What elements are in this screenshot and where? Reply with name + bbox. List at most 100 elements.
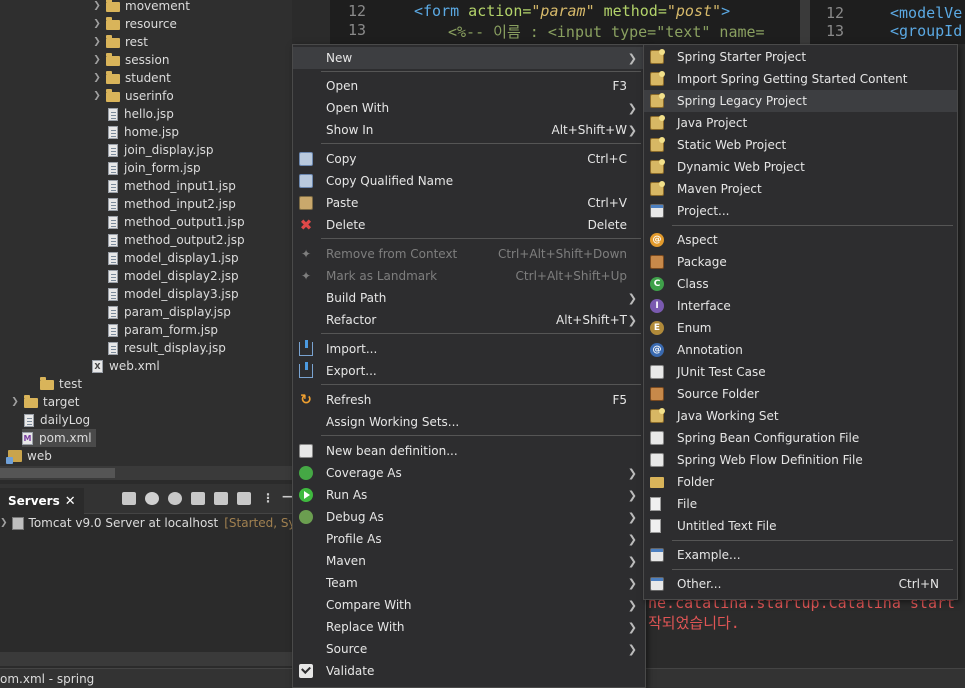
tree-file[interactable]: join_display.jsp: [108, 141, 214, 159]
expand-arrow-icon[interactable]: ❯: [92, 91, 102, 101]
tree-horizontal-scrollbar[interactable]: [0, 466, 292, 480]
tree-folder-target[interactable]: ❯ target: [10, 393, 80, 411]
menu-item-import-spring-content[interactable]: Import Spring Getting Started Content: [644, 68, 957, 90]
tree-file[interactable]: join_form.jsp: [108, 159, 201, 177]
menu-item-java-working-set[interactable]: Java Working Set: [644, 405, 957, 427]
menu-item-mark-as-landmark[interactable]: ✦ Mark as Landmark Ctrl+Alt+Shift+Up: [293, 265, 645, 287]
menu-item-build-path[interactable]: Build Path ❯: [293, 287, 645, 309]
menu-item-paste[interactable]: Paste Ctrl+V: [293, 192, 645, 214]
menu-item-spring-bean-config[interactable]: Spring Bean Configuration File: [644, 427, 957, 449]
servers-horizontal-scrollbar[interactable]: [0, 652, 292, 666]
menu-item-source-folder[interactable]: Source Folder: [644, 383, 957, 405]
close-icon[interactable]: ✕: [65, 494, 76, 509]
expand-arrow-icon[interactable]: ❯: [92, 37, 102, 47]
tree-file[interactable]: result_display.jsp: [108, 339, 226, 357]
tree-file[interactable]: model_display3.jsp: [108, 285, 239, 303]
menu-item-class[interactable]: C Class: [644, 273, 957, 295]
menu-item-spring-web-flow[interactable]: Spring Web Flow Definition File: [644, 449, 957, 471]
tree-folder-resource[interactable]: ❯ resource: [92, 15, 177, 33]
menu-item-remove-from-context[interactable]: ✦ Remove from Context Ctrl+Alt+Shift+Down: [293, 243, 645, 265]
tree-file[interactable]: method_output2.jsp: [108, 231, 245, 249]
tree-project-web[interactable]: web: [0, 447, 52, 465]
tree-file-dailylog[interactable]: dailyLog: [24, 411, 90, 429]
tree-file[interactable]: method_input2.jsp: [108, 195, 236, 213]
tree-file[interactable]: home.jsp: [108, 123, 179, 141]
expand-arrow-icon[interactable]: ❯: [0, 518, 8, 528]
menu-item-validate[interactable]: Validate: [293, 660, 645, 682]
tree-file[interactable]: param_form.jsp: [108, 321, 218, 339]
tree-file[interactable]: hello.jsp: [108, 105, 174, 123]
menu-item-spring-legacy-project[interactable]: Spring Legacy Project: [644, 90, 957, 112]
menu-item-folder[interactable]: Folder: [644, 471, 957, 493]
pom-editor[interactable]: 12 13 <modelVe <groupId: [810, 0, 965, 44]
tree-folder-rest[interactable]: ❯ rest: [92, 33, 148, 51]
menu-item-copy-qualified-name[interactable]: Copy Qualified Name: [293, 170, 645, 192]
tree-file[interactable]: param_display.jsp: [108, 303, 231, 321]
server-entry[interactable]: ❯ Tomcat v9.0 Server at localhost [Start…: [0, 514, 317, 532]
menu-item-refactor[interactable]: Refactor Alt+Shift+T ❯: [293, 309, 645, 331]
tree-folder-test[interactable]: test: [40, 375, 82, 393]
menu-item-annotation[interactable]: @ Annotation: [644, 339, 957, 361]
menu-item-assign-working-sets[interactable]: Assign Working Sets...: [293, 411, 645, 433]
profile-server-icon[interactable]: [191, 492, 205, 505]
menu-item-interface[interactable]: I Interface: [644, 295, 957, 317]
tree-file[interactable]: model_display2.jsp: [108, 267, 239, 285]
tree-file-pom-xml[interactable]: Mpom.xml: [22, 429, 96, 447]
menu-item-junit-test-case[interactable]: JUnit Test Case: [644, 361, 957, 383]
menu-item-compare-with[interactable]: Compare With ❯: [293, 594, 645, 616]
menu-item-static-web-project[interactable]: Static Web Project: [644, 134, 957, 156]
menu-item-source[interactable]: Source ❯: [293, 638, 645, 660]
tree-file[interactable]: method_output1.jsp: [108, 213, 245, 231]
tree-file[interactable]: model_display1.jsp: [108, 249, 239, 267]
menu-item-run-as[interactable]: Run As ❯: [293, 484, 645, 506]
menu-item-file[interactable]: File: [644, 493, 957, 515]
menu-item-new-bean-definition[interactable]: New bean definition...: [293, 440, 645, 462]
menu-item-coverage-as[interactable]: Coverage As ❯: [293, 462, 645, 484]
menu-item-open-with[interactable]: Open With ❯: [293, 97, 645, 119]
tree-file-web-xml[interactable]: Xweb.xml: [92, 357, 160, 375]
menu-item-example[interactable]: Example...: [644, 544, 957, 566]
menu-item-replace-with[interactable]: Replace With ❯: [293, 616, 645, 638]
tab-servers[interactable]: Servers ✕: [0, 488, 84, 514]
menu-item-untitled-text-file[interactable]: Untitled Text File: [644, 515, 957, 537]
tree-folder-movement[interactable]: ❯ movement: [92, 0, 190, 15]
menu-item-show-in[interactable]: Show In Alt+Shift+W ❯: [293, 119, 645, 141]
menu-item-refresh[interactable]: ↻ Refresh F5: [293, 389, 645, 411]
menu-item-import[interactable]: Import...: [293, 338, 645, 360]
expand-arrow-icon[interactable]: ❯: [92, 19, 102, 29]
scrollbar-thumb[interactable]: [0, 468, 115, 478]
menu-item-other[interactable]: Other... Ctrl+N: [644, 573, 957, 595]
jsp-editor[interactable]: 12 13 <form action="param" method="post"…: [330, 0, 800, 44]
menu-item-maven-project[interactable]: Maven Project: [644, 178, 957, 200]
tree-folder-session[interactable]: ❯ session: [92, 51, 169, 69]
menu-item-java-project[interactable]: Java Project: [644, 112, 957, 134]
start-server-icon[interactable]: [168, 492, 182, 505]
menu-item-aspect[interactable]: @ Aspect: [644, 229, 957, 251]
tree-folder-student[interactable]: ❯ student: [92, 69, 171, 87]
menu-item-delete[interactable]: ✖ Delete Delete: [293, 214, 645, 236]
menu-item-project[interactable]: Project...: [644, 200, 957, 222]
menu-item-export[interactable]: Export...: [293, 360, 645, 382]
menu-item-new[interactable]: New ❯: [293, 47, 645, 69]
expand-arrow-icon[interactable]: ❯: [10, 397, 20, 407]
view-menu-icon[interactable]: ⋮: [262, 491, 274, 505]
tree-file[interactable]: method_input1.jsp: [108, 177, 236, 195]
tree-folder-userinfo[interactable]: ❯ userinfo: [92, 87, 174, 105]
expand-arrow-icon[interactable]: ❯: [92, 55, 102, 65]
menu-item-maven[interactable]: Maven ❯: [293, 550, 645, 572]
collapse-icon[interactable]: [122, 492, 136, 505]
menu-item-package[interactable]: Package: [644, 251, 957, 273]
menu-item-enum[interactable]: E Enum: [644, 317, 957, 339]
expand-arrow-icon[interactable]: ❯: [92, 1, 102, 11]
expand-arrow-icon[interactable]: ❯: [92, 73, 102, 83]
menu-item-spring-starter-project[interactable]: Spring Starter Project: [644, 46, 957, 68]
debug-server-icon[interactable]: [145, 492, 159, 505]
menu-item-profile-as[interactable]: Profile As ❯: [293, 528, 645, 550]
menu-item-dynamic-web-project[interactable]: Dynamic Web Project: [644, 156, 957, 178]
menu-item-debug-as[interactable]: Debug As ❯: [293, 506, 645, 528]
menu-item-team[interactable]: Team ❯: [293, 572, 645, 594]
publish-icon[interactable]: [237, 492, 251, 505]
menu-item-copy[interactable]: Copy Ctrl+C: [293, 148, 645, 170]
stop-server-icon[interactable]: [214, 492, 228, 505]
menu-item-open[interactable]: Open F3: [293, 75, 645, 97]
